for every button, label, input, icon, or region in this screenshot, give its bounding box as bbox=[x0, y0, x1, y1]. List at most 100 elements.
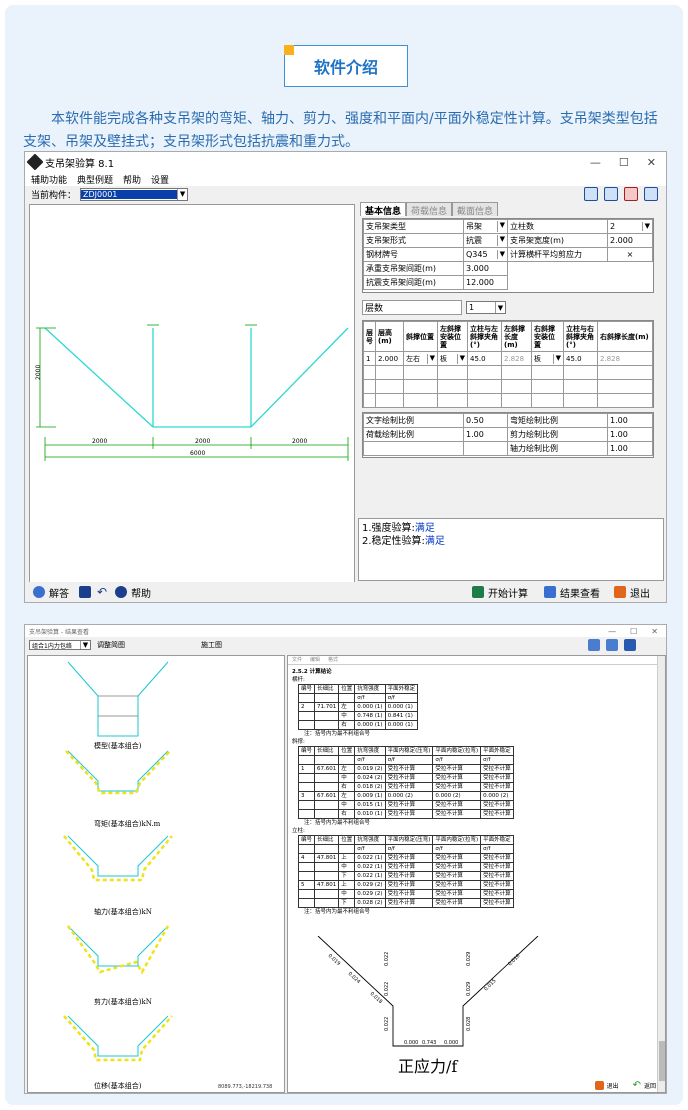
cursor-coords: 8089.773,-18219.738 bbox=[218, 1084, 272, 1090]
model-label: 模型(基本组合) bbox=[94, 741, 142, 750]
back-arrow-icon: ↶ bbox=[632, 1080, 641, 1091]
menu-aux[interactable]: 辅助功能 bbox=[31, 173, 67, 186]
basic-info-grid: 支吊架类型 吊架 ▼ 立柱数 2 ▼ 支吊架形式 抗震 ▼ 支吊架宽度(m) 2.00… bbox=[362, 218, 654, 293]
back-button[interactable]: ↶ 返回 bbox=[633, 1080, 656, 1091]
moment-scale-input[interactable]: 1.00 bbox=[607, 413, 653, 428]
window-title: 支吊架验算 8.1 bbox=[45, 158, 115, 170]
parameter-panel: 基本信息 荷载信息 截面信息 支吊架类型 吊架 ▼ 立柱数 2 ▼ 支吊架形式 抗震… bbox=[360, 202, 663, 514]
bottom-toolbar: 解答 ↶ 帮助 开始计算 结果查看 退出 bbox=[25, 582, 666, 602]
form-select[interactable]: 抗震 ▼ bbox=[463, 233, 508, 248]
svg-text:0.000: 0.000 bbox=[444, 1040, 458, 1046]
axial-scale-input[interactable]: 1.00 bbox=[607, 441, 653, 456]
svg-text:0.743: 0.743 bbox=[422, 1040, 436, 1046]
shear-scale-input[interactable]: 1.00 bbox=[607, 427, 653, 442]
tab-section[interactable]: 截面信息 bbox=[452, 202, 499, 217]
layer-height-input[interactable]: 2.000 bbox=[375, 351, 404, 366]
save-icon[interactable] bbox=[79, 586, 91, 598]
menu-help[interactable]: 帮助 bbox=[123, 173, 141, 186]
add-icon[interactable] bbox=[584, 187, 598, 201]
result-toolbar: 组合1内力包络 ▼ 调整简图 施工图 bbox=[25, 637, 666, 653]
report-scrollbar[interactable] bbox=[657, 656, 665, 1092]
right-mount-select[interactable]: 板 ▼ bbox=[531, 351, 564, 366]
menu-format[interactable]: 格式 bbox=[328, 656, 338, 664]
answer-button[interactable]: 解答 bbox=[33, 585, 69, 600]
view-result-button[interactable]: 结果查看 bbox=[544, 585, 600, 600]
delete-icon[interactable] bbox=[624, 187, 638, 201]
text-scale-input[interactable]: 0.50 bbox=[463, 413, 508, 428]
column-count-select[interactable]: 2 ▼ bbox=[607, 219, 653, 234]
page-background: 软件介绍 本软件能完成各种支吊架的弯矩、轴力、剪力、强度和平面内/平面外稳定性计… bbox=[5, 5, 683, 1105]
table-header: 层号 层高(m) 斜撑位置 左斜撑安装位置 立柱与左斜撑夹角(°) 左斜撑长度(… bbox=[363, 321, 653, 352]
section-heading: 软件介绍 bbox=[284, 45, 408, 87]
result-window-title: 支吊架验算 - 结果查看 bbox=[29, 628, 89, 636]
shear-checkbox[interactable]: × bbox=[607, 247, 653, 262]
minimize-button[interactable]: — bbox=[608, 627, 616, 636]
report-document: 2.5.2 计算结论 横杆: 编号 长细比 位置 抗弯强度 平面外稳定 σ/f σ/f 2… bbox=[292, 668, 652, 916]
beam-table: 编号 长细比 位置 抗弯强度 平面外稳定 σ/f σ/f 2 71.701 左 0.000 (1… bbox=[297, 684, 419, 730]
exit-icon bbox=[614, 586, 626, 598]
hanger-diagram: 2000 2000 2000 2000 6000 bbox=[35, 324, 349, 461]
calc-window: 支吊架验算 8.1 — ☐ ✕ 辅助功能 典型例题 帮助 设置 当前构件： ZD… bbox=[24, 151, 667, 603]
left-angle-input[interactable]: 45.0 bbox=[467, 351, 502, 366]
left-length: 2.828 bbox=[501, 351, 532, 366]
result-exit-button[interactable]: 退出 bbox=[594, 1081, 619, 1090]
help-button[interactable]: 帮助 bbox=[115, 585, 151, 600]
cell-label: 支吊架类型 bbox=[363, 219, 464, 234]
tab-load[interactable]: 荷载信息 bbox=[406, 202, 453, 217]
window-titlebar: 支吊架验算 8.1 — ☐ ✕ bbox=[25, 152, 666, 172]
help-icon bbox=[115, 586, 128, 598]
close-button[interactable]: ✕ bbox=[647, 156, 656, 169]
combo-select[interactable]: 组合1内力包络 ▼ bbox=[29, 640, 91, 650]
left-mount-select[interactable]: 板 ▼ bbox=[437, 351, 468, 366]
copy-icon[interactable] bbox=[604, 187, 618, 201]
exit-button[interactable]: 退出 bbox=[614, 585, 650, 600]
maximize-button[interactable]: ☐ bbox=[619, 156, 629, 169]
right-angle-input[interactable]: 45.0 bbox=[563, 351, 598, 366]
cell-label: 钢材牌号 bbox=[363, 247, 464, 262]
menu-edit[interactable]: 编辑 bbox=[310, 656, 320, 664]
type-select[interactable]: 吊架 ▼ bbox=[463, 219, 508, 234]
layers-select[interactable]: 1 ▼ bbox=[466, 301, 506, 314]
table-row: 抗震支吊架间距(m) 12.000 bbox=[363, 275, 653, 290]
svg-text:0.010: 0.010 bbox=[507, 953, 521, 967]
export-icon[interactable] bbox=[606, 639, 618, 651]
stress-diagram: 0.019 0.024 0.018 0.022 0.022 0.022 0.02… bbox=[317, 936, 539, 1076]
cell-label: 抗震支吊架间距(m) bbox=[363, 275, 464, 290]
component-select[interactable]: ZDJ0001 ▼ bbox=[80, 187, 189, 201]
table-row: 荷载绘制比例 1.00 剪力绘制比例 1.00 bbox=[363, 427, 653, 442]
construction-drawing-button[interactable]: 施工图 bbox=[201, 640, 222, 650]
close-button[interactable]: ✕ bbox=[651, 627, 658, 636]
seismic-spacing-input[interactable]: 12.000 bbox=[463, 275, 508, 290]
maximize-button[interactable]: ☐ bbox=[630, 627, 637, 636]
svg-text:0.029: 0.029 bbox=[466, 982, 472, 996]
export-icon[interactable] bbox=[644, 187, 658, 201]
bearing-spacing-input[interactable]: 3.000 bbox=[463, 261, 508, 276]
svg-text:0.024: 0.024 bbox=[347, 971, 362, 985]
undo-icon[interactable]: ↶ bbox=[97, 585, 107, 599]
result-bottom-bar: 退出 ↶ 返回 bbox=[594, 1080, 656, 1091]
doc-line: 注：括号内为最不利组合号 bbox=[304, 820, 371, 826]
word-icon[interactable] bbox=[624, 639, 636, 651]
adjust-diagram-button[interactable]: 调整简图 bbox=[97, 640, 125, 650]
brace-pos-select[interactable]: 左右 ▼ bbox=[403, 351, 438, 366]
brace-table: 编号 长细比 位置 抗弯强度 平面内稳定(压弯) 平面内稳定(拉弯) 平面外稳定 σ/f σ/… bbox=[297, 746, 514, 819]
start-calc-button[interactable]: 开始计算 bbox=[472, 585, 528, 600]
svg-text:0.028: 0.028 bbox=[466, 1017, 472, 1031]
print-icon[interactable] bbox=[588, 639, 600, 651]
doc-line: 斜撑: bbox=[292, 739, 305, 745]
tab-basic[interactable]: 基本信息 bbox=[360, 202, 407, 217]
steel-select[interactable]: Q345 ▼ bbox=[463, 247, 508, 262]
menu-examples[interactable]: 典型例题 bbox=[77, 173, 113, 186]
menu-file[interactable]: 文件 bbox=[292, 656, 302, 664]
table-row: 轴力绘制比例 1.00 bbox=[363, 441, 653, 456]
svg-text:0.022: 0.022 bbox=[384, 952, 390, 966]
dim-mid: 2000 bbox=[195, 438, 210, 445]
minimize-button[interactable]: — bbox=[590, 156, 601, 169]
component-row: 当前构件： ZDJ0001 ▼ bbox=[25, 186, 666, 202]
user-icon bbox=[33, 586, 45, 598]
svg-text:0.000: 0.000 bbox=[404, 1040, 418, 1046]
menu-settings[interactable]: 设置 bbox=[151, 173, 169, 186]
width-input[interactable]: 2.000 bbox=[607, 233, 653, 248]
check-icon bbox=[544, 586, 556, 598]
load-scale-input[interactable]: 1.00 bbox=[463, 427, 508, 442]
